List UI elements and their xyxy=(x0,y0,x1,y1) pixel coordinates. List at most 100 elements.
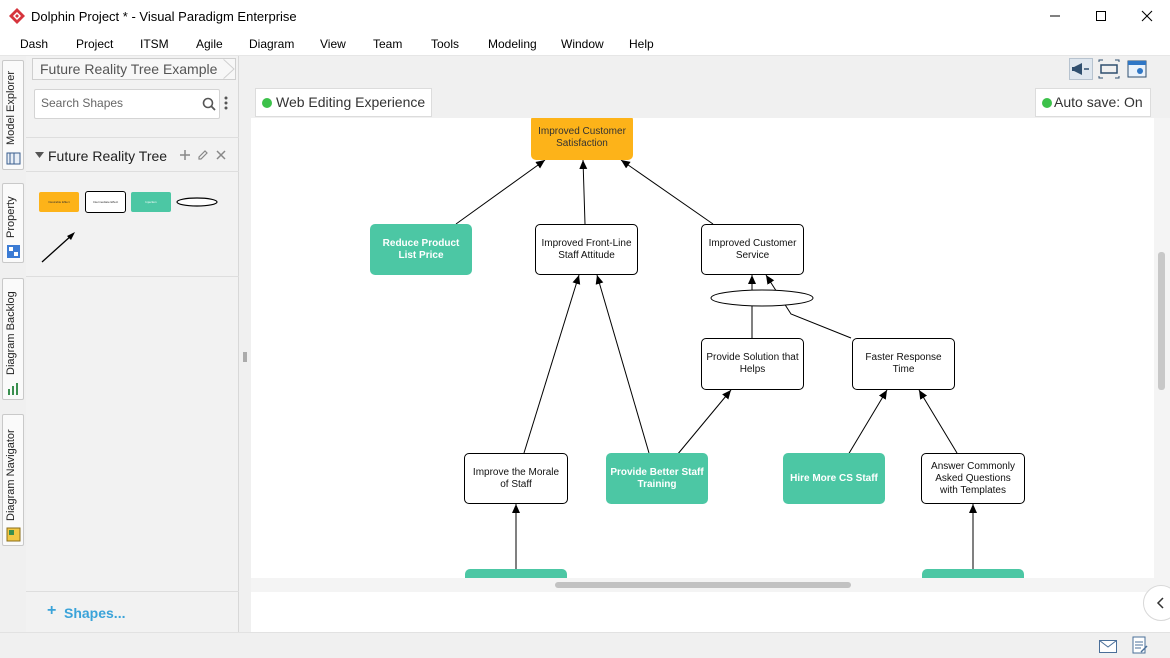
and-connector-ellipse[interactable] xyxy=(710,289,814,307)
node-improved-customer-service[interactable]: Improved Customer Service xyxy=(701,224,804,275)
autosave-label: Auto save: On xyxy=(1054,94,1143,110)
vertical-scrollbar[interactable] xyxy=(1154,118,1170,592)
connector[interactable] xyxy=(620,159,714,225)
model-explorer-icon xyxy=(6,152,21,165)
diagram-navigator-icon xyxy=(6,527,21,542)
tab-diagram-navigator-label: Diagram Navigator xyxy=(5,429,17,521)
connector[interactable] xyxy=(918,389,958,454)
maximize-button[interactable] xyxy=(1078,0,1124,32)
connector[interactable] xyxy=(765,274,852,339)
palette-injection[interactable]: Injection xyxy=(131,192,171,212)
minimize-button[interactable] xyxy=(1032,0,1078,32)
web-editing-label: Web Editing Experience xyxy=(276,94,426,110)
tab-property-label: Property xyxy=(5,196,17,238)
horizontal-scrollbar[interactable] xyxy=(251,578,1154,592)
diagram-top-bar: Web Editing Experience Auto save: On xyxy=(251,56,1170,118)
close-button[interactable] xyxy=(1124,0,1170,32)
web-editing-chip[interactable]: Web Editing Experience xyxy=(255,88,433,117)
mail-icon[interactable] xyxy=(1099,640,1117,653)
shape-palette: Desirable Effect Intermediate Effect Inj… xyxy=(26,172,239,277)
vertical-scroll-thumb[interactable] xyxy=(1158,252,1165,390)
fit-window-icon xyxy=(1098,59,1120,79)
shape-group-label: Future Reality Tree xyxy=(48,148,168,164)
menu-dash[interactable]: Dash xyxy=(20,37,48,51)
node-hire-more-cs-staff[interactable]: Hire More CS Staff xyxy=(783,453,885,504)
layout-settings-icon xyxy=(1127,60,1147,78)
connector[interactable] xyxy=(455,159,546,225)
diagram-backlog-icon xyxy=(8,383,18,395)
layout-settings-button[interactable] xyxy=(1125,58,1149,80)
menu-bar: Dash Project ITSM Agile Diagram View Tea… xyxy=(0,32,1170,56)
node-reduce-product-list-price[interactable]: Reduce Product List Price xyxy=(370,224,472,275)
node-improve-morale-of-staff[interactable]: Improve the Morale of Staff xyxy=(464,453,568,504)
palette-desirable-effect[interactable]: Desirable Effect xyxy=(39,192,79,212)
status-dot-icon xyxy=(262,98,272,108)
grip-icon xyxy=(243,352,247,362)
node-provide-solution-that-helps[interactable]: Provide Solution that Helps xyxy=(701,338,804,390)
megaphone-icon xyxy=(1072,63,1089,75)
shape-group-header[interactable]: Future Reality Tree xyxy=(26,137,239,172)
horizontal-scroll-thumb[interactable] xyxy=(555,582,851,588)
minimize-icon xyxy=(1050,15,1060,17)
palette-arrow[interactable] xyxy=(40,230,78,264)
tab-diagram-backlog-label: Diagram Backlog xyxy=(5,291,17,375)
node-partial-bottom-right[interactable] xyxy=(922,569,1024,578)
menu-diagram[interactable]: Diagram xyxy=(249,37,294,51)
node-answer-commonly-asked-questions[interactable]: Answer Commonly Asked Questions with Tem… xyxy=(921,453,1025,504)
search-input[interactable] xyxy=(41,96,191,110)
connector[interactable] xyxy=(595,274,650,454)
shapes-more-label: Shapes... xyxy=(64,605,126,621)
title-bar: Dolphin Project * - Visual Paradigm Ente… xyxy=(0,0,1170,32)
tab-model-explorer[interactable]: Model Explorer xyxy=(2,60,24,170)
menu-view[interactable]: View xyxy=(320,37,346,51)
side-tab-strip: Model Explorer Property Diagram Backlog … xyxy=(0,56,26,632)
menu-agile[interactable]: Agile xyxy=(196,37,223,51)
connector[interactable] xyxy=(523,274,581,454)
tab-diagram-navigator[interactable]: Diagram Navigator xyxy=(2,414,24,546)
canvas-footer xyxy=(251,592,1170,632)
autosave-chip[interactable]: Auto save: On xyxy=(1035,88,1151,117)
fit-to-window-button[interactable] xyxy=(1097,58,1121,80)
menu-modeling[interactable]: Modeling xyxy=(488,37,537,51)
connector[interactable] xyxy=(847,389,888,456)
node-improved-customer-satisfaction[interactable]: Improved Customer Satisfaction xyxy=(531,118,633,160)
menu-team[interactable]: Team xyxy=(373,37,402,51)
search-shapes-box xyxy=(34,89,220,119)
diagram-canvas[interactable]: Improved Customer Satisfaction Reduce Pr… xyxy=(251,118,1154,578)
diagram-toolbar-panel: Future Reality Tree Example Future Reali… xyxy=(26,56,239,632)
node-partial-bottom-left[interactable] xyxy=(465,569,567,578)
status-bar xyxy=(0,632,1170,658)
connector[interactable] xyxy=(579,159,588,225)
menu-help[interactable]: Help xyxy=(629,37,654,51)
menu-window[interactable]: Window xyxy=(561,37,604,51)
more-options-icon[interactable] xyxy=(224,96,228,110)
connector[interactable] xyxy=(676,389,732,456)
menu-project[interactable]: Project xyxy=(76,37,113,51)
chevron-down-icon[interactable] xyxy=(35,152,44,159)
palette-intermediate-effect[interactable]: Intermediate Effect xyxy=(85,191,126,213)
panel-splitter[interactable] xyxy=(239,56,251,632)
maximize-icon xyxy=(1096,11,1106,21)
close-icon xyxy=(1141,10,1153,22)
chevron-left-icon xyxy=(1156,597,1164,609)
tab-property[interactable]: Property xyxy=(2,183,24,263)
property-icon xyxy=(7,245,20,258)
add-icon[interactable] xyxy=(179,149,191,161)
status-dot-icon xyxy=(1042,98,1052,108)
search-icon[interactable] xyxy=(202,97,216,111)
palette-ellipse[interactable] xyxy=(176,196,218,208)
shapes-more-link[interactable]: + Shapes... xyxy=(26,591,239,632)
node-faster-response-time[interactable]: Faster Response Time xyxy=(852,338,955,390)
tab-diagram-backlog[interactable]: Diagram Backlog xyxy=(2,278,24,400)
announcement-button[interactable] xyxy=(1069,58,1093,80)
node-improved-front-line-staff-attitude[interactable]: Improved Front-Line Staff Attitude xyxy=(535,224,638,275)
document-icon[interactable] xyxy=(1132,636,1148,654)
close-group-icon[interactable] xyxy=(216,150,226,160)
breadcrumb[interactable]: Future Reality Tree Example xyxy=(32,58,237,80)
window-title: Dolphin Project * - Visual Paradigm Ente… xyxy=(31,9,297,24)
node-provide-better-staff-training[interactable]: Provide Better Staff Training xyxy=(606,453,708,504)
menu-tools[interactable]: Tools xyxy=(431,37,459,51)
menu-itsm[interactable]: ITSM xyxy=(140,37,169,51)
edit-icon[interactable] xyxy=(197,149,209,161)
breadcrumb-arrow-icon xyxy=(222,58,235,80)
